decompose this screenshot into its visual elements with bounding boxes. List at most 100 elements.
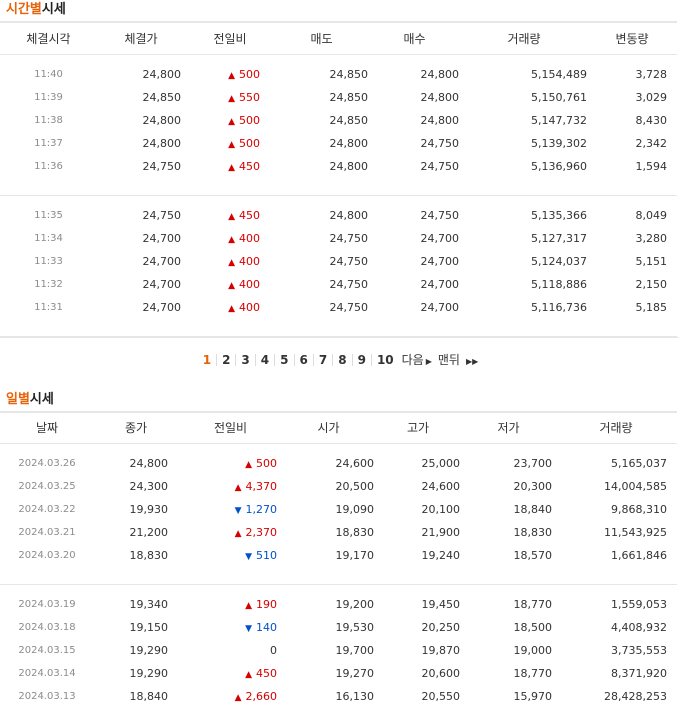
low-cell: 18,770 xyxy=(462,662,555,685)
triangle-up-icon: ▲ xyxy=(228,71,235,81)
delta-cell: 2,342 xyxy=(587,132,677,155)
time-cell: 11:40 xyxy=(0,63,97,86)
time-cell: 11:36 xyxy=(0,155,97,178)
low-cell: 18,840 xyxy=(462,498,555,521)
high-cell: 19,240 xyxy=(374,544,462,567)
delta-cell: 8,049 xyxy=(587,204,677,227)
price-cell: 24,800 xyxy=(97,63,185,86)
close-cell: 18,830 xyxy=(94,544,178,567)
date-cell: 2024.03.18 xyxy=(0,616,94,639)
triangle-up-icon: ▲ xyxy=(235,693,242,703)
page-2-button[interactable]: 2 xyxy=(216,354,235,366)
table-row: 11:3824,800▲50024,85024,8005,147,7328,43… xyxy=(0,109,677,132)
open-cell: 20,500 xyxy=(283,475,374,498)
triangle-up-icon: ▲ xyxy=(245,670,252,680)
change-value: 500 xyxy=(239,137,260,150)
triangle-up-icon: ▲ xyxy=(245,460,252,470)
page-1-button[interactable]: 1 xyxy=(198,354,216,366)
volume-cell: 5,150,761 xyxy=(461,86,587,109)
date-cell: 2024.03.22 xyxy=(0,498,94,521)
page-4-button[interactable]: 4 xyxy=(255,354,274,366)
delta-cell: 8,430 xyxy=(587,109,677,132)
time-title-rest: 시세 xyxy=(42,2,66,17)
buy-cell: 24,800 xyxy=(368,109,461,132)
change-cell: ▲500 xyxy=(185,109,275,132)
time-section-title: 시간별시세 xyxy=(0,0,679,21)
change-cell: ▲400 xyxy=(185,273,275,296)
volume-cell: 9,868,310 xyxy=(555,498,677,521)
time-cell: 11:33 xyxy=(0,250,97,273)
open-cell: 19,270 xyxy=(283,662,374,685)
change-cell: ▲500 xyxy=(185,132,275,155)
change-value: 140 xyxy=(256,621,277,634)
page-7-button[interactable]: 7 xyxy=(313,354,332,366)
page-3-button[interactable]: 3 xyxy=(235,354,254,366)
volume-cell: 1,661,846 xyxy=(555,544,677,567)
time-cell: 11:34 xyxy=(0,227,97,250)
time-table-body: 11:4024,800▲50024,85024,8005,154,4893,72… xyxy=(0,54,677,336)
page-5-button[interactable]: 5 xyxy=(274,354,293,366)
change-cell: ▲4,370 xyxy=(178,475,283,498)
close-cell: 19,290 xyxy=(94,662,178,685)
volume-cell: 5,127,317 xyxy=(461,227,587,250)
buy-cell: 24,750 xyxy=(368,155,461,178)
page-8-button[interactable]: 8 xyxy=(332,354,351,366)
triangle-down-icon: ▼ xyxy=(235,506,242,516)
high-cell: 20,550 xyxy=(374,685,462,708)
low-cell: 19,000 xyxy=(462,639,555,662)
header-low: 저가 xyxy=(462,412,555,444)
volume-cell: 4,408,932 xyxy=(555,616,677,639)
daily-title-rest: 시세 xyxy=(30,392,54,407)
daily-table-body: 2024.03.2624,800▲50024,60025,00023,7005,… xyxy=(0,444,677,708)
buy-cell: 24,700 xyxy=(368,250,461,273)
last-button[interactable]: 맨뒤▶▶ xyxy=(435,351,481,368)
next-button[interactable]: 다음▶ xyxy=(399,351,435,368)
price-cell: 24,750 xyxy=(97,204,185,227)
group-spacer xyxy=(0,585,677,594)
triangle-up-icon: ▲ xyxy=(228,235,235,245)
change-cell: ▲450 xyxy=(178,662,283,685)
change-value: 1,270 xyxy=(246,503,278,516)
high-cell: 24,600 xyxy=(374,475,462,498)
table-row: 11:3624,750▲45024,80024,7505,136,9601,59… xyxy=(0,155,677,178)
page-9-button[interactable]: 9 xyxy=(352,354,371,366)
group-spacer xyxy=(0,195,677,204)
change-value: 400 xyxy=(239,255,260,268)
table-row: 11:3124,700▲40024,75024,7005,116,7365,18… xyxy=(0,296,677,319)
volume-cell: 5,147,732 xyxy=(461,109,587,132)
page-6-button[interactable]: 6 xyxy=(294,354,313,366)
delta-cell: 1,594 xyxy=(587,155,677,178)
sell-cell: 24,750 xyxy=(275,227,368,250)
high-cell: 20,100 xyxy=(374,498,462,521)
page-10-button[interactable]: 10 xyxy=(371,354,399,366)
date-cell: 2024.03.14 xyxy=(0,662,94,685)
volume-cell: 8,371,920 xyxy=(555,662,677,685)
open-cell: 19,170 xyxy=(283,544,374,567)
delta-cell: 3,029 xyxy=(587,86,677,109)
header-volume: 거래량 xyxy=(555,412,677,444)
low-cell: 15,970 xyxy=(462,685,555,708)
high-cell: 19,870 xyxy=(374,639,462,662)
volume-cell: 28,428,253 xyxy=(555,685,677,708)
triangle-up-icon: ▲ xyxy=(228,212,235,222)
change-value: 2,660 xyxy=(246,690,278,703)
table-row: 2024.03.2121,200▲2,37018,83021,90018,830… xyxy=(0,521,677,544)
time-price-table: 체결시각 체결가 전일비 매도 매수 거래량 변동량 11:4024,800▲5… xyxy=(0,21,677,337)
date-cell: 2024.03.13 xyxy=(0,685,94,708)
high-cell: 20,600 xyxy=(374,662,462,685)
sell-cell: 24,800 xyxy=(275,132,368,155)
price-cell: 24,750 xyxy=(97,155,185,178)
header-delta: 변동량 xyxy=(587,22,677,54)
group-divider xyxy=(0,567,677,585)
volume-cell: 14,004,585 xyxy=(555,475,677,498)
low-cell: 18,830 xyxy=(462,521,555,544)
table-row: 11:3224,700▲40024,75024,7005,118,8862,15… xyxy=(0,273,677,296)
time-cell: 11:37 xyxy=(0,132,97,155)
time-cell: 11:35 xyxy=(0,204,97,227)
change-value: 500 xyxy=(239,68,260,81)
close-cell: 19,340 xyxy=(94,593,178,616)
price-cell: 24,700 xyxy=(97,250,185,273)
low-cell: 18,570 xyxy=(462,544,555,567)
sell-cell: 24,800 xyxy=(275,155,368,178)
buy-cell: 24,750 xyxy=(368,204,461,227)
